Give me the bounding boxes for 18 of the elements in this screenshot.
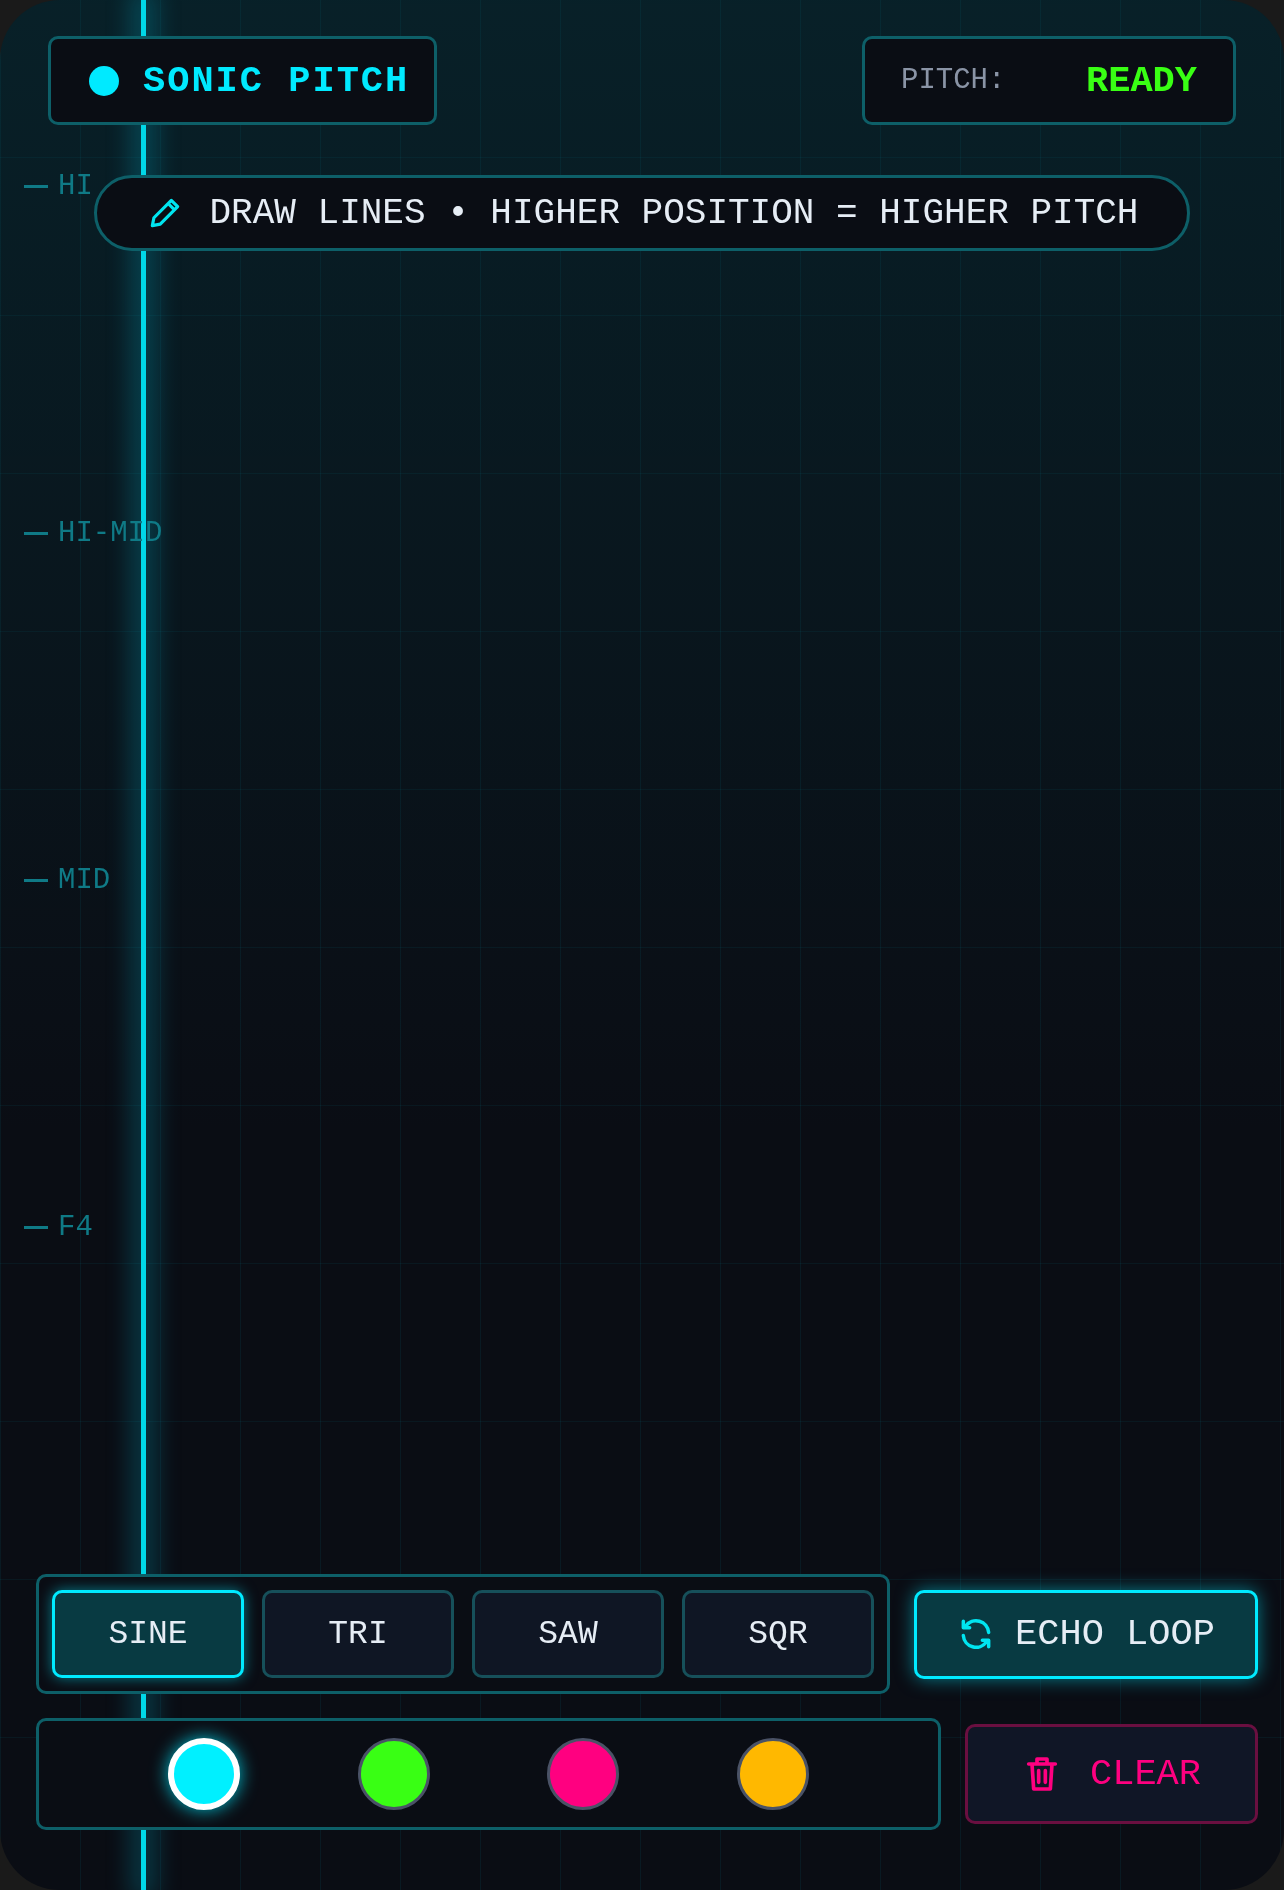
echo-loop-button[interactable]: ECHO LOOP [914,1589,1258,1679]
app-title: SONIC PITCH [143,59,410,102]
tick-mark [24,1226,48,1229]
tick-mark [24,185,48,188]
waveform-button[interactable]: SAW [472,1590,664,1678]
tick-mark [24,879,48,882]
status-value: READY [1085,59,1197,102]
pitch-label: F4 [58,1211,93,1244]
pitch-label: MID [58,864,111,897]
status-label: PITCH: [901,64,1006,97]
waveform-button[interactable]: SQR [682,1590,874,1678]
status-dot [89,65,119,96]
clear-button[interactable]: CLEAR [965,1724,1258,1824]
waveform-button[interactable]: TRI [262,1590,454,1678]
hint-text: DRAW LINES • HIGHER POSITION = HIGHER PITCH [209,192,1139,234]
tick-mark [24,532,48,535]
waveform-button[interactable]: SINE [52,1590,244,1678]
pitch-label: HI [58,170,93,203]
